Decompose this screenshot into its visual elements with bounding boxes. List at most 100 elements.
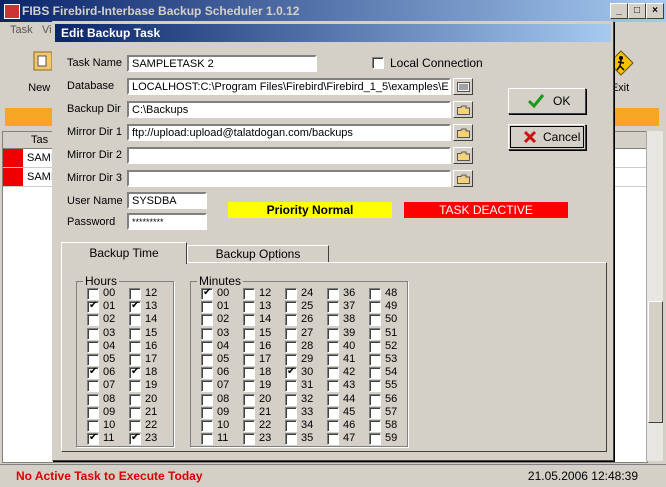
database-browse-button[interactable] xyxy=(453,78,473,95)
minute-34-checkbox[interactable] xyxy=(285,420,297,432)
minute-37-checkbox[interactable] xyxy=(327,301,339,314)
minute-55-checkbox[interactable] xyxy=(369,380,381,393)
user-name-input[interactable]: SYSDBA xyxy=(127,192,207,209)
minute-13-checkbox[interactable] xyxy=(243,301,255,314)
hour-16-checkbox[interactable] xyxy=(129,340,141,353)
hour-21-checkbox[interactable] xyxy=(129,406,141,419)
minute-12-checkbox[interactable] xyxy=(243,288,255,300)
cancel-button[interactable]: Cancel xyxy=(508,124,586,150)
hour-11-checkbox[interactable] xyxy=(87,432,99,446)
hour-06-checkbox[interactable] xyxy=(87,366,99,380)
hour-12-checkbox[interactable] xyxy=(129,288,141,300)
hour-07-checkbox[interactable] xyxy=(87,380,99,393)
menu-view[interactable]: Vi xyxy=(42,24,52,36)
minute-59-checkbox[interactable] xyxy=(369,433,381,446)
minute-07-checkbox[interactable] xyxy=(201,380,213,393)
password-input[interactable]: ********* xyxy=(127,213,207,230)
minute-29-checkbox[interactable] xyxy=(285,354,297,366)
hour-01-checkbox[interactable] xyxy=(87,300,99,314)
tab-backup-time[interactable]: Backup Time xyxy=(61,242,187,264)
local-connection-checkbox[interactable] xyxy=(372,57,384,69)
hour-19-checkbox[interactable] xyxy=(129,380,141,393)
mirror-dir-3-input[interactable] xyxy=(127,170,451,187)
hour-05-checkbox[interactable] xyxy=(87,354,99,366)
minute-41-checkbox[interactable] xyxy=(327,354,339,366)
grid-header-task[interactable]: Tas xyxy=(31,134,48,146)
hour-14-checkbox[interactable] xyxy=(129,314,141,327)
minute-14-checkbox[interactable] xyxy=(243,314,255,327)
mirror-dir-1-browse-button[interactable] xyxy=(453,124,473,141)
minute-38-checkbox[interactable] xyxy=(327,314,339,327)
minute-43-checkbox[interactable] xyxy=(327,380,339,393)
minute-35-checkbox[interactable] xyxy=(285,433,297,446)
minute-49-checkbox[interactable] xyxy=(369,301,381,314)
minute-26-checkbox[interactable] xyxy=(285,314,297,327)
grid-scrollbar[interactable] xyxy=(646,131,663,461)
minute-53-checkbox[interactable] xyxy=(369,354,381,366)
minute-32-checkbox[interactable] xyxy=(285,393,297,406)
minute-47-checkbox[interactable] xyxy=(327,433,339,446)
mirror-dir-2-browse-button[interactable] xyxy=(453,147,473,164)
mirror-dir-2-input[interactable] xyxy=(127,147,451,164)
minute-57-checkbox[interactable] xyxy=(369,406,381,419)
minute-09-checkbox[interactable] xyxy=(201,406,213,419)
minute-54-checkbox[interactable] xyxy=(369,367,381,380)
minute-25-checkbox[interactable] xyxy=(285,301,297,314)
minute-58-checkbox[interactable] xyxy=(369,420,381,432)
mirror-dir-1-input[interactable]: ftp://upload:upload@talatdogan.com/backu… xyxy=(127,124,451,141)
minute-31-checkbox[interactable] xyxy=(285,380,297,393)
minute-17-checkbox[interactable] xyxy=(243,354,255,366)
scrollbar-thumb[interactable] xyxy=(648,301,663,423)
minute-51-checkbox[interactable] xyxy=(369,327,381,340)
hour-08-checkbox[interactable] xyxy=(87,393,99,406)
close-icon[interactable]: × xyxy=(646,3,664,19)
minute-02-checkbox[interactable] xyxy=(201,314,213,327)
task-name-input[interactable]: SAMPLETASK 2 xyxy=(127,55,317,72)
minute-04-checkbox[interactable] xyxy=(201,340,213,353)
minute-27-checkbox[interactable] xyxy=(285,327,297,340)
minute-06-checkbox[interactable] xyxy=(201,367,213,380)
minute-23-checkbox[interactable] xyxy=(243,433,255,446)
minute-10-checkbox[interactable] xyxy=(201,420,213,432)
minute-00-checkbox[interactable] xyxy=(201,287,213,300)
minute-48-checkbox[interactable] xyxy=(369,288,381,300)
minute-52-checkbox[interactable] xyxy=(369,340,381,353)
hour-15-checkbox[interactable] xyxy=(129,327,141,340)
minute-16-checkbox[interactable] xyxy=(243,340,255,353)
hour-04-checkbox[interactable] xyxy=(87,340,99,353)
minute-05-checkbox[interactable] xyxy=(201,354,213,366)
hour-17-checkbox[interactable] xyxy=(129,354,141,366)
minute-03-checkbox[interactable] xyxy=(201,327,213,340)
hour-09-checkbox[interactable] xyxy=(87,406,99,419)
minute-19-checkbox[interactable] xyxy=(243,380,255,393)
minute-01-checkbox[interactable] xyxy=(201,301,213,314)
mirror-dir-3-browse-button[interactable] xyxy=(453,170,473,187)
hour-18-checkbox[interactable] xyxy=(129,366,141,380)
backup-dir-input[interactable]: C:\Backups xyxy=(127,101,451,118)
minute-40-checkbox[interactable] xyxy=(327,340,339,353)
minute-08-checkbox[interactable] xyxy=(201,393,213,406)
minute-22-checkbox[interactable] xyxy=(243,420,255,432)
minimize-icon[interactable]: _ xyxy=(610,3,628,19)
minute-33-checkbox[interactable] xyxy=(285,406,297,419)
minute-36-checkbox[interactable] xyxy=(327,288,339,300)
minute-45-checkbox[interactable] xyxy=(327,406,339,419)
ok-button[interactable]: OK xyxy=(508,88,586,114)
hour-23-checkbox[interactable] xyxy=(129,432,141,446)
minute-46-checkbox[interactable] xyxy=(327,420,339,432)
minute-44-checkbox[interactable] xyxy=(327,393,339,406)
minute-18-checkbox[interactable] xyxy=(243,367,255,380)
minute-20-checkbox[interactable] xyxy=(243,393,255,406)
minute-28-checkbox[interactable] xyxy=(285,340,297,353)
minute-21-checkbox[interactable] xyxy=(243,406,255,419)
database-input[interactable]: LOCALHOST:C:\Program Files\Firebird\Fire… xyxy=(127,78,451,95)
hour-00-checkbox[interactable] xyxy=(87,288,99,300)
hour-22-checkbox[interactable] xyxy=(129,420,141,432)
minute-24-checkbox[interactable] xyxy=(285,288,297,300)
minute-11-checkbox[interactable] xyxy=(201,433,213,446)
minute-50-checkbox[interactable] xyxy=(369,314,381,327)
menu-task[interactable]: Task xyxy=(10,24,33,36)
tab-backup-options[interactable]: Backup Options xyxy=(187,245,329,263)
minute-15-checkbox[interactable] xyxy=(243,327,255,340)
maximize-icon[interactable]: □ xyxy=(628,3,646,19)
